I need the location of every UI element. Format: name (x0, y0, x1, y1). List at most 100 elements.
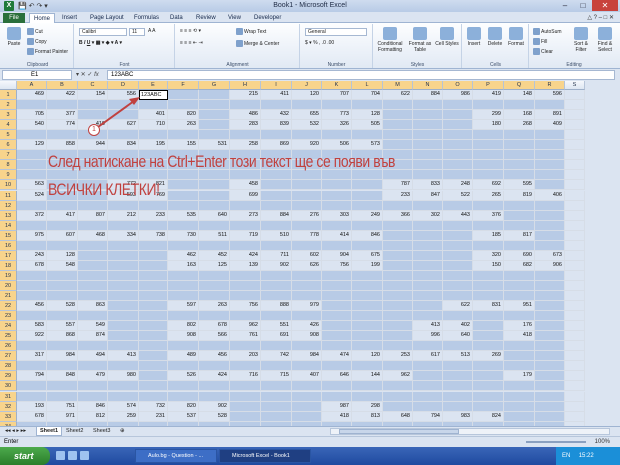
cell-k6[interactable]: 506 (322, 140, 352, 151)
sheet-tab-1[interactable]: Sheet1 (36, 427, 63, 436)
tab-home[interactable]: Home (29, 13, 56, 23)
cell-s21[interactable] (565, 291, 585, 302)
cell-r14[interactable] (535, 220, 565, 231)
column-header-d[interactable]: D (108, 81, 139, 90)
cell-q16[interactable] (504, 240, 535, 251)
cell-n6[interactable] (413, 140, 443, 151)
row-header-31[interactable]: 31 (0, 391, 17, 402)
cell-e29[interactable] (139, 371, 168, 382)
cell-p21[interactable] (473, 291, 504, 302)
column-header-f[interactable]: F (168, 81, 199, 90)
cell-q6[interactable] (504, 140, 535, 151)
cell-c26[interactable] (78, 341, 108, 352)
cell-o21[interactable] (443, 291, 473, 302)
cell-m26[interactable] (383, 341, 413, 352)
format-painter-button[interactable]: Format Painter (27, 48, 68, 55)
cell-o32[interactable] (443, 401, 473, 412)
cell-g5[interactable] (199, 130, 230, 141)
cell-g12[interactable] (199, 200, 230, 211)
cell-r20[interactable] (535, 280, 565, 291)
cell-a2[interactable] (17, 100, 47, 111)
cell-f2[interactable] (168, 100, 199, 111)
cell-d18[interactable] (108, 260, 139, 271)
cell-i12[interactable] (261, 200, 292, 211)
cell-d25[interactable] (108, 331, 139, 342)
cell-c16[interactable] (78, 240, 108, 251)
cell-q33[interactable] (504, 411, 535, 422)
cell-c23[interactable] (78, 311, 108, 322)
cell-f18[interactable]: 163 (168, 260, 199, 271)
cell-o6[interactable] (443, 140, 473, 151)
cell-e2[interactable] (139, 100, 168, 111)
cell-l26[interactable] (352, 341, 383, 352)
cell-e30[interactable] (139, 381, 168, 392)
cell-k18[interactable]: 756 (322, 260, 352, 271)
cell-q10[interactable]: 595 (504, 180, 535, 191)
cell-s27[interactable] (565, 351, 585, 362)
cell-o24[interactable]: 402 (443, 321, 473, 332)
cell-p9[interactable] (473, 170, 504, 181)
cell-o2[interactable] (443, 100, 473, 111)
cell-b15[interactable]: 607 (47, 230, 78, 241)
cell-s3[interactable] (565, 110, 585, 121)
cell-r16[interactable] (535, 240, 565, 251)
row-header-19[interactable]: 19 (0, 270, 17, 281)
cell-o28[interactable] (443, 361, 473, 372)
cell-h22[interactable]: 756 (230, 301, 261, 312)
cell-i26[interactable] (261, 341, 292, 352)
cell-l17[interactable]: 675 (352, 250, 383, 261)
row-header-29[interactable]: 29 (0, 371, 17, 382)
cell-p26[interactable] (473, 341, 504, 352)
cell-l4[interactable]: 505 (352, 120, 383, 131)
cell-d20[interactable] (108, 280, 139, 291)
cell-n21[interactable] (413, 291, 443, 302)
cell-e12[interactable] (139, 200, 168, 211)
cell-b3[interactable]: 377 (47, 110, 78, 121)
cell-r1[interactable]: 596 (535, 90, 565, 101)
cell-q31[interactable] (504, 391, 535, 402)
cell-q3[interactable]: 168 (504, 110, 535, 121)
font-name-select[interactable]: Calibri (79, 28, 127, 36)
cell-m2[interactable] (383, 100, 413, 111)
cell-h10[interactable]: 458 (230, 180, 261, 191)
cell-q5[interactable] (504, 130, 535, 141)
cell-j32[interactable] (292, 401, 322, 412)
cell-h28[interactable] (230, 361, 261, 372)
cell-p30[interactable] (473, 381, 504, 392)
cell-o8[interactable] (443, 160, 473, 171)
cell-e1[interactable]: 123ABC (139, 90, 168, 101)
cell-p16[interactable] (473, 240, 504, 251)
cell-o20[interactable] (443, 280, 473, 291)
cell-l16[interactable] (352, 240, 383, 251)
row-header-11[interactable]: 11 (0, 190, 17, 201)
cell-g29[interactable]: 424 (199, 371, 230, 382)
column-header-i[interactable]: I (261, 81, 292, 90)
cell-o26[interactable] (443, 341, 473, 352)
cell-r19[interactable] (535, 270, 565, 281)
language-indicator[interactable]: EN (562, 453, 570, 459)
cell-r8[interactable] (535, 160, 565, 171)
row-header-3[interactable]: 3 (0, 110, 17, 121)
cell-d23[interactable] (108, 311, 139, 322)
cell-g4[interactable] (199, 120, 230, 131)
row-header-2[interactable]: 2 (0, 100, 17, 111)
cell-p4[interactable]: 180 (473, 120, 504, 131)
cell-m16[interactable] (383, 240, 413, 251)
cell-s23[interactable] (565, 311, 585, 322)
cell-n1[interactable]: 884 (413, 90, 443, 101)
cell-q27[interactable] (504, 351, 535, 362)
cell-s1[interactable] (565, 90, 585, 101)
sort-filter-button[interactable]: Sort & Filter (570, 27, 592, 53)
grow-shrink-font-buttons[interactable]: A A (148, 28, 156, 34)
cell-i30[interactable] (261, 381, 292, 392)
cell-c27[interactable]: 494 (78, 351, 108, 362)
cell-q30[interactable] (504, 381, 535, 392)
row-header-20[interactable]: 20 (0, 280, 17, 291)
cell-d27[interactable]: 413 (108, 351, 139, 362)
column-header-c[interactable]: C (78, 81, 108, 90)
cell-o16[interactable] (443, 240, 473, 251)
cell-n26[interactable] (413, 341, 443, 352)
row-header-10[interactable]: 10 (0, 180, 17, 191)
cell-n11[interactable]: 847 (413, 190, 443, 201)
cell-e19[interactable] (139, 270, 168, 281)
